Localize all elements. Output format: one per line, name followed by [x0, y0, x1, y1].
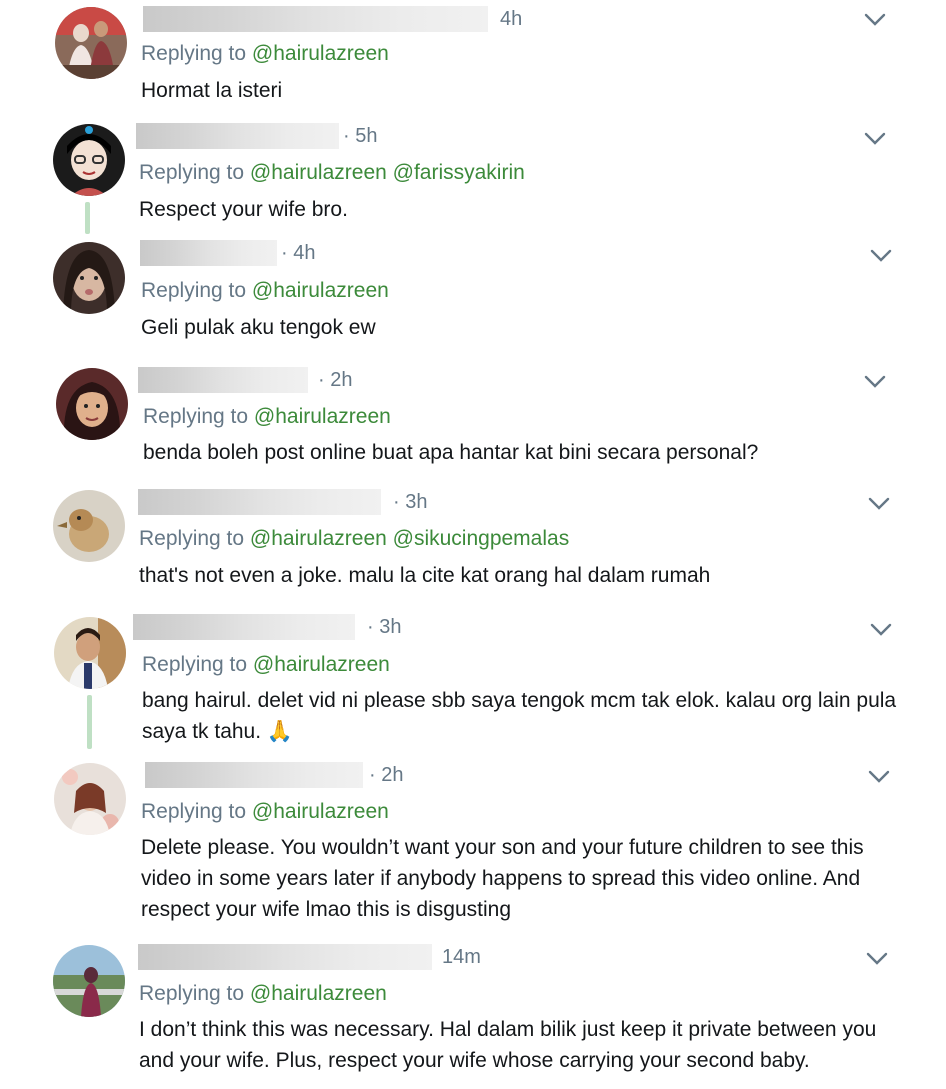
avatar[interactable] — [55, 7, 127, 79]
mention-link[interactable]: @hairulazreen — [252, 279, 389, 302]
redacted-username — [138, 367, 308, 393]
chevron-down-icon[interactable] — [864, 375, 886, 389]
thread-connector — [85, 202, 90, 234]
redacted-username — [133, 614, 355, 640]
thread-connector — [87, 695, 92, 749]
avatar-photo-duck — [53, 490, 125, 562]
author-meta[interactable]: · 2h — [138, 366, 352, 394]
avatar[interactable] — [54, 617, 126, 689]
reply-text: Delete please. You wouldn’t want your so… — [141, 836, 864, 921]
avatar-photo-woman — [53, 242, 125, 314]
avatar-photo-hijab — [56, 368, 128, 440]
replying-to: Replying to @hairulazreen @sikucingpemal… — [139, 527, 570, 550]
replying-to: Replying to @hairulazreen — [142, 653, 390, 676]
chevron-down-icon[interactable] — [870, 249, 892, 263]
timestamp[interactable]: 14m — [442, 946, 481, 969]
redacted-username — [138, 944, 432, 970]
author-meta[interactable]: · 3h — [138, 488, 427, 516]
chevron-down-icon[interactable] — [868, 770, 890, 784]
avatar-photo-outdoor — [53, 945, 125, 1017]
replying-to: Replying to @hairulazreen — [141, 42, 389, 65]
mention-link[interactable]: @sikucingpemalas — [393, 527, 570, 550]
author-meta[interactable]: · 4h — [140, 239, 315, 267]
chevron-down-icon[interactable] — [866, 952, 888, 966]
reply-text: bang hairul. delet vid ni please sbb say… — [142, 689, 897, 743]
avatar-cartoon-girl — [53, 124, 125, 196]
reply-text: I don’t think this was necessary. Hal da… — [139, 1018, 877, 1072]
replying-to: Replying to @hairulazreen — [143, 405, 391, 428]
mention-link[interactable]: @hairulazreen — [250, 982, 387, 1005]
redacted-username — [138, 489, 381, 515]
timestamp[interactable]: 4h — [500, 8, 522, 31]
chevron-down-icon[interactable] — [868, 497, 890, 511]
avatar-photo-flowers — [54, 763, 126, 835]
replying-to: Replying to @hairulazreen — [141, 800, 389, 823]
reply-text: Geli pulak aku tengok ew — [141, 316, 376, 339]
timestamp[interactable]: · 2h — [318, 369, 352, 392]
redacted-username — [145, 762, 363, 788]
redacted-username — [136, 123, 339, 149]
replying-to: Replying to @hairulazreen — [139, 982, 387, 1005]
replying-to: Replying to @hairulazreen @farissyakirin — [139, 161, 525, 184]
author-meta[interactable]: 4h — [143, 5, 522, 33]
chevron-down-icon[interactable] — [870, 623, 892, 637]
mention-link[interactable]: @hairulazreen — [253, 653, 390, 676]
mention-link[interactable]: @hairulazreen — [250, 527, 387, 550]
timestamp[interactable]: · 3h — [367, 616, 401, 639]
chevron-down-icon[interactable] — [864, 13, 886, 27]
chevron-down-icon[interactable] — [864, 132, 886, 146]
timestamp[interactable]: · 3h — [393, 491, 427, 514]
author-meta[interactable]: · 3h — [133, 613, 401, 641]
timestamp[interactable]: · 5h — [343, 125, 377, 148]
timestamp[interactable]: · 4h — [281, 242, 315, 265]
author-meta[interactable]: 14m — [138, 943, 481, 971]
avatar[interactable] — [53, 124, 125, 196]
redacted-username — [143, 6, 488, 32]
reply-text: Respect your wife bro. — [139, 198, 348, 221]
avatar[interactable] — [56, 368, 128, 440]
redacted-username — [140, 240, 277, 266]
avatar[interactable] — [54, 763, 126, 835]
reply-text: benda boleh post online buat apa hantar … — [143, 441, 759, 464]
mention-link[interactable]: @hairulazreen — [252, 800, 389, 823]
avatar[interactable] — [53, 242, 125, 314]
avatar[interactable] — [53, 945, 125, 1017]
mention-link[interactable]: @hairulazreen — [250, 161, 387, 184]
mention-link[interactable]: @hairulazreen — [252, 42, 389, 65]
avatar-photo-couple — [55, 7, 127, 79]
timestamp[interactable]: · 2h — [369, 764, 403, 787]
author-meta[interactable]: · 5h — [136, 122, 377, 150]
mention-link[interactable]: @hairulazreen — [254, 405, 391, 428]
mention-link[interactable]: @farissyakirin — [393, 161, 525, 184]
avatar-photo-man — [54, 617, 126, 689]
author-meta[interactable]: · 2h — [145, 761, 403, 789]
replying-to: Replying to @hairulazreen — [141, 279, 389, 302]
reply-text: Hormat la isteri — [141, 79, 283, 102]
reply-text: that's not even a joke. malu la cite kat… — [139, 564, 711, 587]
avatar[interactable] — [53, 490, 125, 562]
